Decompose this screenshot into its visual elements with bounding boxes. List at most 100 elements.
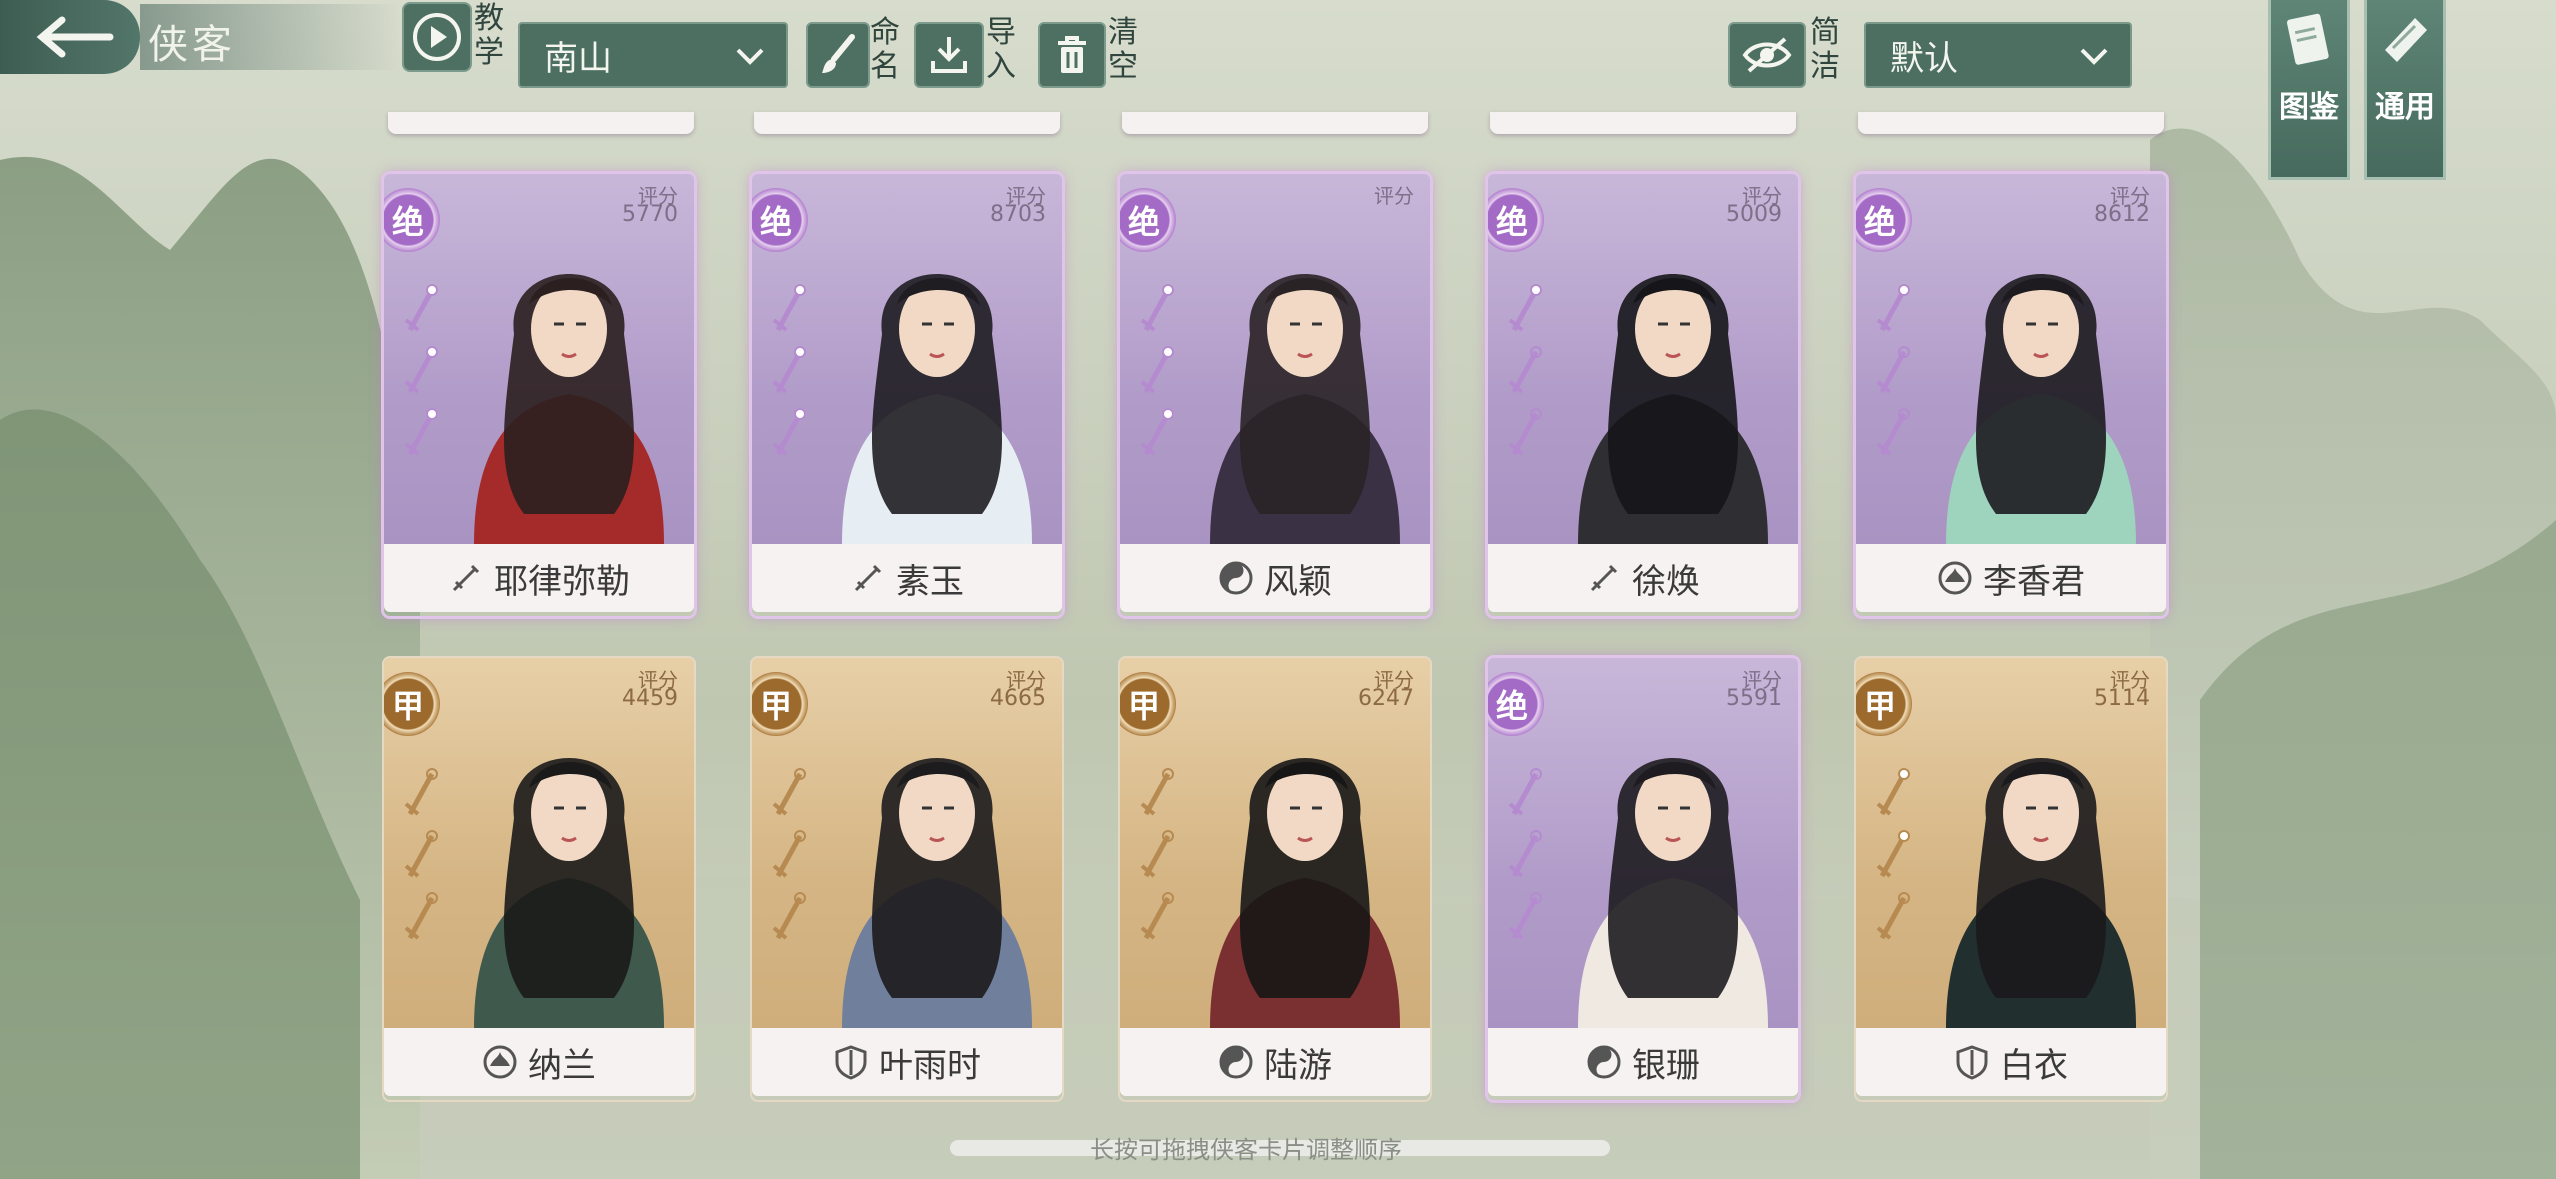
- general-tab-label: 通用: [2367, 90, 2443, 126]
- back-arrow-icon: [36, 16, 114, 58]
- sword-rank-icon: [1876, 346, 1910, 394]
- grade-badge: 绝: [1488, 672, 1544, 736]
- sword-rank-icon: [1876, 284, 1910, 332]
- hero-card[interactable]: 绝 评分 5591 银珊: [1488, 658, 1798, 1100]
- hero-portrait: 绝 评分 5770: [384, 174, 694, 544]
- hero-figure-illustration: [842, 274, 1032, 544]
- sword-icon: [1590, 564, 1618, 592]
- hero-portrait: 甲 评分 4459: [384, 658, 694, 1028]
- card-row-strip: [388, 112, 694, 134]
- sword-icon: [452, 564, 480, 592]
- sort-dropdown[interactable]: 默认: [1864, 22, 2132, 88]
- hero-figure-illustration: [842, 758, 1032, 1028]
- general-tab[interactable]: 通用: [2364, 0, 2446, 180]
- book-icon: [2286, 13, 2329, 65]
- sword-rank-icon: [1140, 346, 1174, 394]
- hero-namebar: 耶律弥勒: [384, 544, 694, 612]
- hero-portrait: 甲 评分 4665: [752, 658, 1062, 1028]
- hero-figure-illustration: [474, 274, 664, 544]
- sword-rank-icon: [1140, 892, 1174, 940]
- hero-namebar: 纳兰: [384, 1028, 694, 1096]
- hero-card[interactable]: 绝 评分 风颖: [1120, 174, 1430, 616]
- sword-rank-icon: [772, 830, 806, 878]
- hero-card[interactable]: 甲 评分 5114 白衣: [1856, 658, 2166, 1100]
- sword-rank-icon: [1140, 408, 1174, 456]
- grade-badge: 甲: [1856, 672, 1912, 736]
- sword-rank-icon: [1508, 892, 1542, 940]
- import-button[interactable]: [914, 22, 984, 88]
- grade-badge: 绝: [1856, 188, 1912, 252]
- hero-portrait: 甲 评分 5114: [1856, 658, 2166, 1028]
- sword-rank-icon: [772, 408, 806, 456]
- rank-swords: [404, 284, 438, 456]
- score-value: 8612: [2094, 202, 2150, 227]
- hero-namebar: 银珊: [1488, 1028, 1798, 1096]
- lineup-filter-dropdown[interactable]: 南山: [518, 22, 788, 88]
- rank-swords: [1508, 768, 1542, 940]
- simple-view-toggle[interactable]: [1728, 22, 1806, 88]
- rank-swords: [772, 768, 806, 940]
- score-value: 4665: [990, 686, 1046, 711]
- back-button[interactable]: [0, 0, 140, 74]
- rank-swords: [1876, 768, 1910, 940]
- tutorial-label: 教学: [474, 1, 504, 70]
- codex-tab-label: 图鉴: [2271, 90, 2347, 126]
- hero-card[interactable]: 绝 评分 5770 耶律弥勒: [384, 174, 694, 616]
- rank-swords: [1876, 284, 1910, 456]
- grade-badge: 甲: [752, 672, 808, 736]
- sword-rank-icon: [1508, 284, 1542, 332]
- codex-tab[interactable]: 图鉴: [2268, 0, 2350, 180]
- hero-card[interactable]: 绝 评分 8612 李香君: [1856, 174, 2166, 616]
- grade-badge: 绝: [1488, 188, 1544, 252]
- rank-swords: [1140, 284, 1174, 456]
- sword-rank-icon: [772, 768, 806, 816]
- hero-name: 银珊: [1632, 1045, 1700, 1086]
- sword-rank-icon: [1508, 408, 1542, 456]
- rank-swords: [404, 768, 438, 940]
- hero-namebar: 素玉: [752, 544, 1062, 612]
- sword-rank-icon: [404, 284, 438, 332]
- hero-portrait: 绝 评分: [1120, 174, 1430, 544]
- score-value: 4459: [622, 686, 678, 711]
- hero-portrait: 甲 评分 6247: [1120, 658, 1430, 1028]
- hero-card[interactable]: 甲 评分 6247 陆游: [1120, 658, 1430, 1100]
- hero-card[interactable]: 甲 评分 4459 纳兰: [384, 658, 694, 1100]
- sword-rank-icon: [404, 892, 438, 940]
- hero-figure-illustration: [1578, 758, 1768, 1028]
- general-tab-text: 通用: [2375, 90, 2435, 125]
- rename-button[interactable]: [806, 22, 870, 88]
- sword-rank-icon: [772, 346, 806, 394]
- sword-rank-icon: [1876, 408, 1910, 456]
- score-label: 评分: [1374, 184, 1414, 208]
- taiji-icon: [1219, 561, 1253, 595]
- hero-card[interactable]: 甲 评分 4665 叶雨时: [752, 658, 1062, 1100]
- tutorial-button[interactable]: [402, 2, 472, 72]
- hero-card[interactable]: 绝 评分 5009 徐焕: [1488, 174, 1798, 616]
- scroll-icon: [2385, 18, 2427, 62]
- clear-button[interactable]: [1038, 22, 1106, 88]
- top-bar: 侠客 教学 南山 命名 导入 清空 简洁 默认 图鉴 通用: [0, 0, 2556, 180]
- hero-name: 李香君: [1983, 561, 2085, 602]
- download-icon: [931, 37, 967, 73]
- sword-rank-icon: [1508, 830, 1542, 878]
- hero-name: 素玉: [896, 561, 964, 602]
- chevron-down-icon: [2080, 48, 2108, 65]
- hero-figure-illustration: [1578, 274, 1768, 544]
- lineup-filter-value: 南山: [544, 38, 612, 79]
- clear-label: 清空: [1108, 15, 1138, 84]
- shield-icon: [835, 1045, 867, 1080]
- drag-hint: 长按可拖拽侠客卡片调整顺序: [1090, 1136, 1402, 1164]
- rank-swords: [1140, 768, 1174, 940]
- taiji-icon: [1219, 1045, 1253, 1079]
- score-value: 5591: [1726, 686, 1782, 711]
- hero-name: 叶雨时: [879, 1045, 981, 1086]
- sword-rank-icon: [1140, 830, 1174, 878]
- hero-namebar: 白衣: [1856, 1028, 2166, 1096]
- score-value: 6247: [1358, 686, 1414, 711]
- card-row-strip: [1858, 112, 2164, 134]
- hero-name: 陆游: [1264, 1045, 1332, 1086]
- hero-name: 徐焕: [1632, 561, 1700, 602]
- hero-card[interactable]: 绝 评分 8703 素玉: [752, 174, 1062, 616]
- score-value: 8703: [990, 202, 1046, 227]
- lotus-icon: [1938, 561, 1972, 595]
